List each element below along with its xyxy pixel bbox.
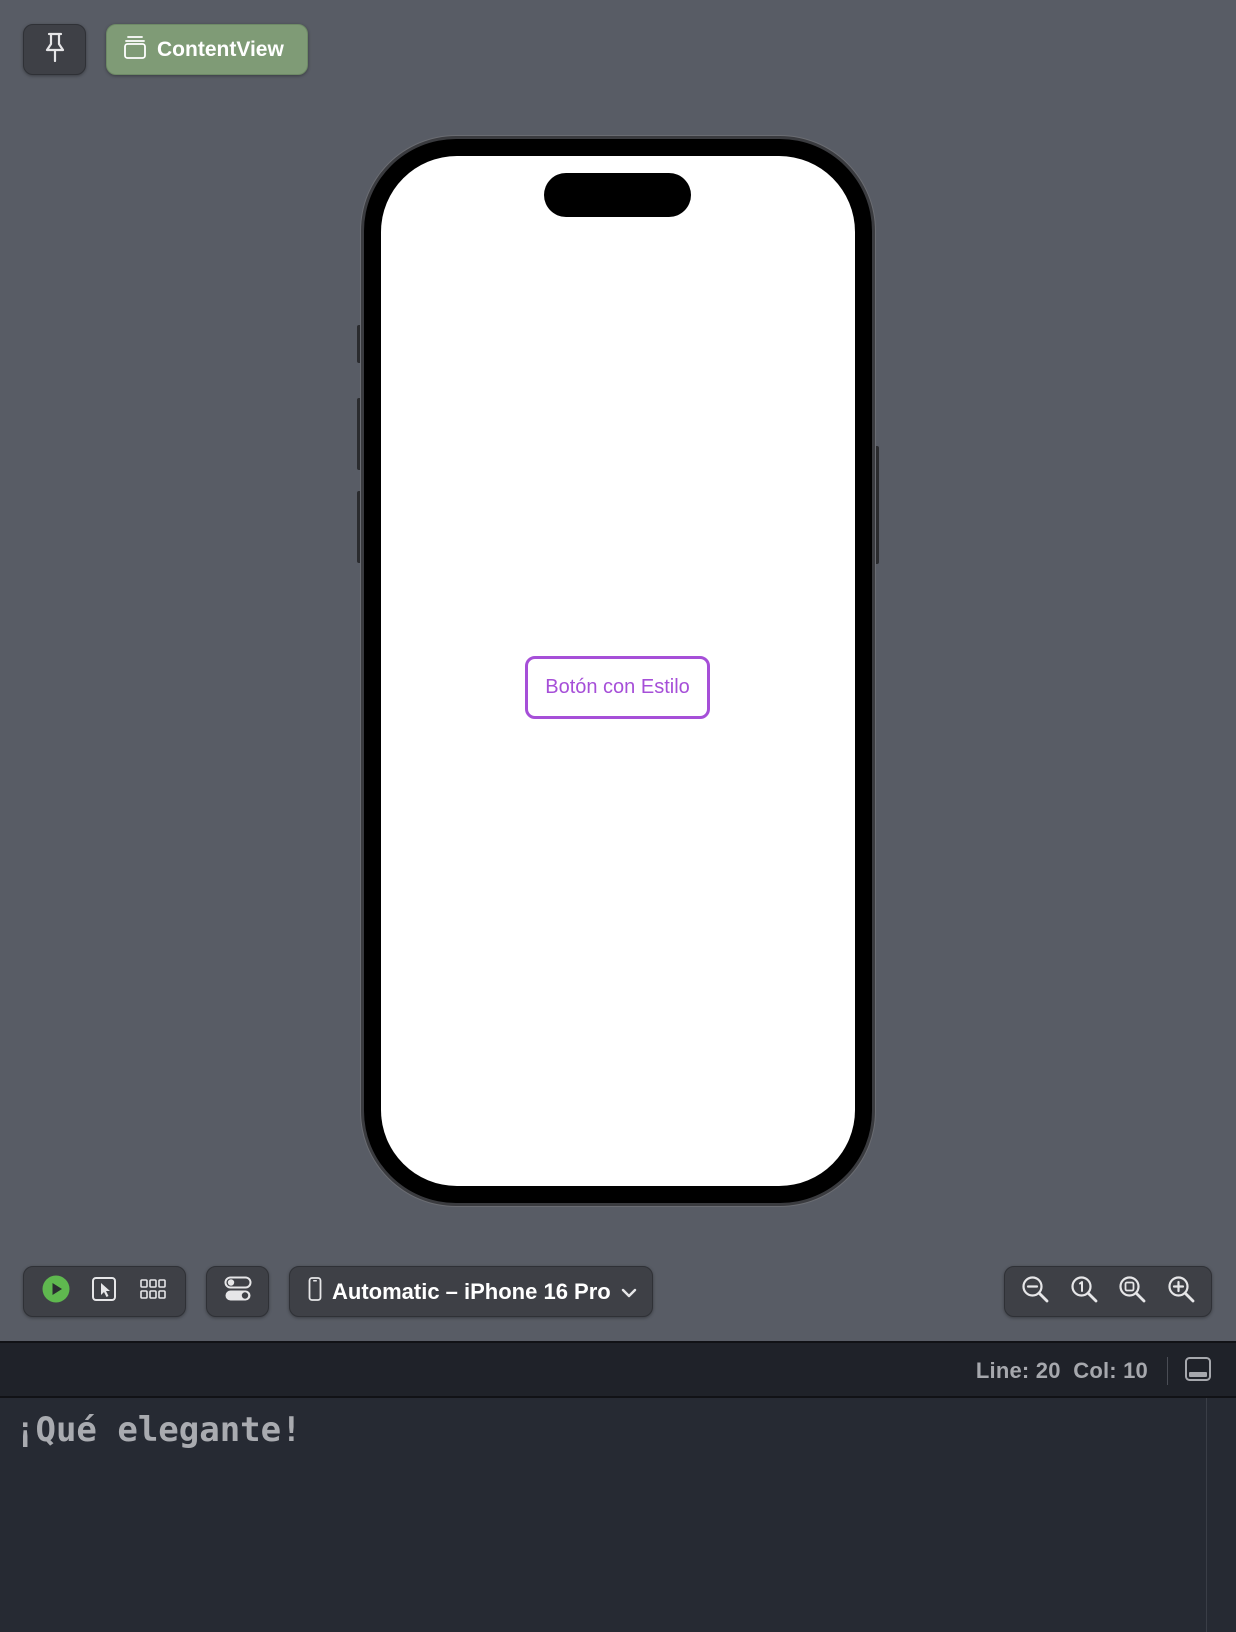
- status-divider: [1167, 1357, 1168, 1385]
- zoom-to-fit-icon: [1118, 1275, 1146, 1308]
- stack-icon: [123, 34, 147, 66]
- play-icon: [41, 1274, 71, 1309]
- chevron-down-icon: [621, 1279, 637, 1305]
- device-settings-button[interactable]: [206, 1266, 269, 1317]
- zoom-in-button[interactable]: [1161, 1272, 1201, 1312]
- phone-volume-down-button: [357, 491, 363, 563]
- zoom-actual-size-button[interactable]: [1064, 1272, 1104, 1312]
- cursor-select-icon: [91, 1276, 117, 1307]
- status-bar: Line: 20 Col: 10: [0, 1341, 1236, 1398]
- device-selector[interactable]: Automatic – iPhone 16 Pro: [289, 1266, 653, 1317]
- chip-label: ContentView: [157, 37, 284, 61]
- phone-volume-up-button: [357, 398, 363, 470]
- console-output[interactable]: ¡Qué elegante!: [0, 1398, 1206, 1632]
- bottom-panel-icon: [1183, 1357, 1213, 1388]
- preview-canvas: ContentView Botón con Estilo Automatic –…: [0, 0, 1236, 1632]
- phone-action-button: [357, 325, 363, 363]
- device-label: Automatic – iPhone 16 Pro: [332, 1278, 611, 1304]
- selectable-mode-button[interactable]: [84, 1272, 124, 1312]
- zoom-to-fit-button[interactable]: [1112, 1272, 1152, 1312]
- iphone-icon: [308, 1276, 322, 1307]
- zoom-actual-size-icon: [1070, 1275, 1098, 1308]
- zoom-controls: [1004, 1266, 1212, 1317]
- dynamic-island: [544, 173, 691, 217]
- console-line: ¡Qué elegante!: [15, 1410, 302, 1450]
- styled-button[interactable]: Botón con Estilo: [525, 656, 710, 719]
- preview-mode-controls: [23, 1266, 186, 1317]
- phone-power-button: [873, 446, 879, 564]
- toggle-console-button[interactable]: [1183, 1354, 1213, 1384]
- toggles-icon: [224, 1276, 252, 1307]
- pin-icon: [42, 32, 68, 67]
- grid-icon: [140, 1278, 166, 1305]
- zoom-in-icon: [1167, 1275, 1195, 1308]
- cursor-position: Line: 20 Col: 10: [975, 1358, 1148, 1383]
- live-preview-button[interactable]: [36, 1272, 76, 1312]
- zoom-out-button[interactable]: [1015, 1272, 1055, 1312]
- contentview-chip[interactable]: ContentView: [106, 24, 308, 75]
- console-scrollbar[interactable]: [1206, 1398, 1236, 1632]
- variants-button[interactable]: [133, 1272, 173, 1312]
- pin-button[interactable]: [23, 24, 86, 75]
- zoom-out-icon: [1021, 1275, 1049, 1308]
